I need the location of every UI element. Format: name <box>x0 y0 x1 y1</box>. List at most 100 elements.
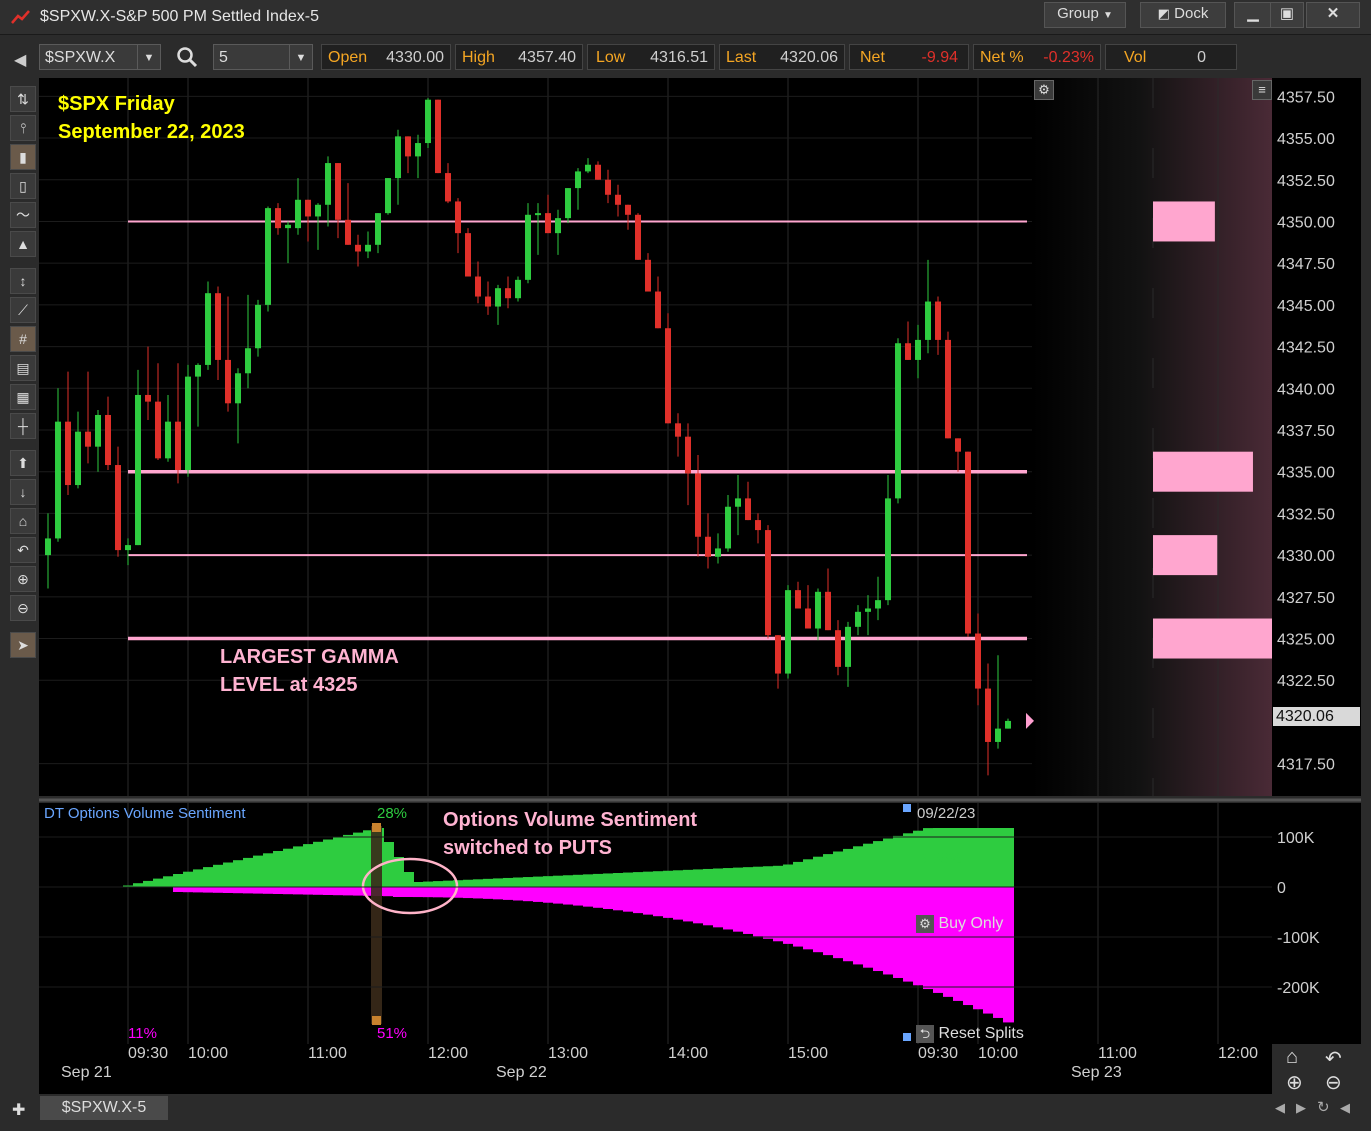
undo-icon[interactable]: ↶ <box>1325 1046 1342 1071</box>
candle-body <box>675 423 681 437</box>
candle-body <box>605 179 611 195</box>
put-volume-bar <box>953 887 964 1001</box>
put-volume-bar <box>813 887 824 953</box>
reset-icon: ⮌ <box>916 1025 934 1043</box>
price-tick-label: 4350.00 <box>1277 214 1335 231</box>
buy-only-button[interactable]: ⚙ Buy Only <box>916 914 1003 934</box>
refresh-icon[interactable]: ↻ <box>1317 1098 1330 1116</box>
candle-body <box>115 465 121 551</box>
indicator-tick-label: 100K <box>1277 830 1315 847</box>
home-icon[interactable]: ⌂ <box>1286 1046 1298 1069</box>
candle-body <box>865 608 871 612</box>
put-volume-bar <box>903 887 914 982</box>
last-price-tag: 4320.06 <box>1273 707 1360 726</box>
indicator-name[interactable]: DT Options Volume Sentiment <box>44 805 246 822</box>
end-marker-bottom <box>903 1033 911 1041</box>
expand-icon[interactable]: ◀ <box>1340 1100 1350 1116</box>
put-volume-bar <box>983 887 994 1014</box>
candle-body <box>655 291 661 329</box>
price-chart[interactable]: 4357.50 4355.00 4352.50 4350.00 4347.50 4345.… <box>0 0 1371 1131</box>
indicator-bottom-pct: 51% <box>377 1025 408 1042</box>
candle-body <box>445 173 451 202</box>
candle-body <box>965 451 971 634</box>
buy-volume-bar <box>823 854 834 887</box>
candle-body <box>755 520 761 531</box>
candle-body <box>565 188 571 219</box>
price-tick-label: 4347.50 <box>1277 256 1335 273</box>
tab-spxw-5[interactable]: $SPXW.X-5 <box>40 1096 168 1120</box>
candle-body <box>485 296 491 307</box>
buy-volume-bar <box>413 882 424 887</box>
buy-volume-bar <box>243 857 254 887</box>
add-tab-icon[interactable]: ✚ <box>12 1100 25 1120</box>
candle-body <box>405 136 411 157</box>
menu-icon[interactable]: ≡ <box>1252 80 1272 100</box>
put-volume-bar <box>633 887 644 914</box>
candle-body <box>785 590 791 674</box>
buy-volume-bar <box>853 846 864 887</box>
put-volume-bar <box>223 887 234 893</box>
time-tick-label: 14:00 <box>668 1045 708 1062</box>
put-volume-bar <box>663 887 674 918</box>
put-volume-bar <box>243 887 254 894</box>
put-volume-bar <box>473 887 484 899</box>
buy-volume-bar <box>283 848 294 887</box>
buy-volume-bar <box>793 861 804 887</box>
put-volume-bar <box>393 887 404 897</box>
buy-volume-bar <box>903 833 914 887</box>
candle-body <box>955 438 961 452</box>
candle-body <box>925 301 931 340</box>
scroll-right-icon[interactable]: ▶ <box>1296 1100 1306 1116</box>
buy-volume-bar <box>453 880 464 887</box>
buy-volume-bar <box>613 873 624 887</box>
candle-body <box>385 178 391 214</box>
buy-volume-bar <box>173 874 184 887</box>
buy-volume-bar <box>733 867 744 887</box>
put-volume-bar <box>283 887 294 895</box>
put-volume-bar <box>333 887 344 896</box>
price-tick-label: 4335.00 <box>1277 465 1335 482</box>
buy-volume-bar <box>883 838 894 887</box>
candle-body <box>245 348 251 374</box>
put-volume-bar <box>573 887 584 906</box>
time-tick-label: 12:00 <box>428 1045 468 1062</box>
candle-body <box>825 591 831 631</box>
candle-body <box>265 208 271 305</box>
candle-body <box>995 728 1001 742</box>
candle-body <box>95 414 101 447</box>
buy-volume-bar <box>593 873 604 887</box>
scroll-left-icon[interactable]: ◀ <box>1275 1100 1285 1116</box>
put-volume-bar <box>743 887 754 934</box>
buy-volume-bar <box>633 872 644 887</box>
put-volume-bar <box>253 887 264 894</box>
put-volume-bar <box>543 887 554 903</box>
put-volume-bar <box>173 887 184 892</box>
candle-body <box>975 633 981 689</box>
time-tick-label: 11:00 <box>1098 1045 1137 1062</box>
candle-body <box>765 530 771 636</box>
gear-icon[interactable]: ⚙ <box>1034 80 1054 100</box>
buy-volume-bar <box>803 859 814 887</box>
candle-body <box>515 279 521 299</box>
put-volume-bar <box>933 887 944 993</box>
buy-volume-bar <box>493 878 504 887</box>
buy-volume-bar <box>193 869 204 887</box>
candle-body <box>685 436 691 474</box>
candle-body <box>45 538 51 556</box>
put-volume-bar <box>713 887 724 928</box>
candle-body <box>275 208 281 229</box>
zoom-out-icon[interactable]: ⊖ <box>1325 1070 1342 1095</box>
put-volume-bar <box>303 887 314 895</box>
candle-body <box>155 401 161 459</box>
buy-volume-bar <box>573 874 584 887</box>
price-tick-label: 4325.00 <box>1277 632 1335 649</box>
zoom-in-icon[interactable]: ⊕ <box>1286 1070 1303 1095</box>
buy-volume-bar <box>893 835 904 887</box>
put-volume-bar <box>433 887 444 898</box>
candle-body <box>65 421 71 486</box>
put-volume-bar <box>803 887 814 950</box>
buy-volume-bar <box>523 877 534 887</box>
buy-volume-bar <box>403 872 414 887</box>
reset-splits-button[interactable]: ⮌ Reset Splits <box>916 1024 1024 1044</box>
buy-volume-bar <box>833 851 844 887</box>
